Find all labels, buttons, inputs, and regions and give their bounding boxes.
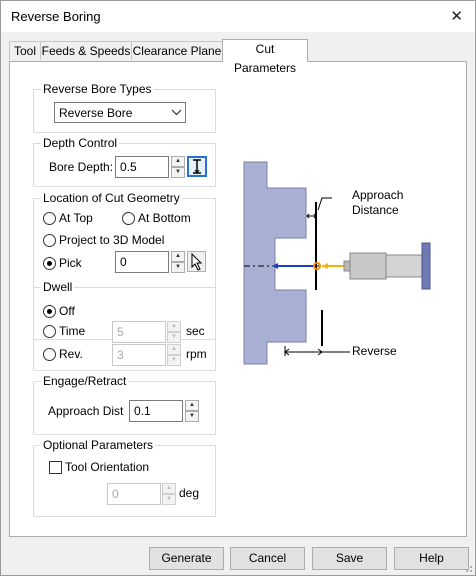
tool-holder — [421, 242, 431, 290]
dwell-time-unit: sec — [186, 324, 205, 338]
dwell-rev-label: Rev. — [59, 347, 83, 361]
cut-parameters-panel: Reverse Bore Types Reverse Bore Depth Co… — [9, 61, 467, 537]
dwell-time-input[interactable]: 5 — [112, 321, 166, 343]
dwell-time-radio[interactable] — [43, 325, 56, 338]
dialog-window: Reverse Boring ✕ Tool Feeds & Speeds Cle… — [0, 0, 476, 576]
reverse-bore-types-group: Reverse Bore Types Reverse Bore — [33, 82, 216, 133]
resize-grip-icon[interactable] — [463, 563, 473, 573]
down-arrow-icon[interactable]: ▼ — [171, 262, 185, 273]
depth-pick-icon — [193, 159, 201, 174]
engage-retract-group: Engage/Retract Approach Dist 0.1 ▲ ▼ — [33, 374, 216, 435]
approach-dist-input[interactable]: 0.1 — [129, 400, 183, 422]
bore-depth-label: Bore Depth: — [49, 160, 114, 174]
optional-parameters-group: Optional Parameters Tool Orientation 0 ▲… — [33, 438, 216, 517]
orientation-angle-input[interactable]: 0 — [107, 483, 161, 505]
orientation-angle-unit: deg — [179, 486, 200, 500]
pick-stepper[interactable]: ▲ ▼ — [171, 251, 185, 273]
window-title: Reverse Boring — [11, 9, 101, 24]
save-button[interactable]: Save — [312, 547, 387, 570]
group-title: Depth Control — [41, 136, 120, 150]
pick-radio[interactable] — [43, 257, 56, 270]
approach-label-line2: Distance — [352, 203, 399, 217]
at-bottom-label: At Bottom — [138, 211, 191, 225]
bore-depth-stepper[interactable]: ▲ ▼ — [171, 156, 185, 178]
generate-button[interactable]: Generate — [149, 547, 224, 570]
down-arrow-icon[interactable]: ▼ — [185, 411, 199, 422]
group-title: Engage/Retract — [41, 374, 129, 388]
close-icon[interactable]: ✕ — [450, 7, 463, 25]
bore-type-select[interactable]: Reverse Bore — [54, 102, 186, 123]
approach-dist-stepper[interactable]: ▲ ▼ — [185, 400, 199, 422]
up-arrow-icon[interactable]: ▲ — [167, 344, 181, 355]
cursor-arrow-icon — [191, 252, 203, 271]
bore-depth-input[interactable]: 0.5 — [115, 156, 169, 178]
orientation-angle-stepper[interactable]: ▲ ▼ — [162, 483, 176, 505]
bore-type-selected: Reverse Bore — [59, 106, 133, 120]
cancel-button[interactable]: Cancel — [230, 547, 305, 570]
project-3d-radio[interactable] — [43, 234, 56, 247]
down-arrow-icon[interactable]: ▼ — [167, 355, 181, 366]
dwell-rev-stepper[interactable]: ▲ ▼ — [167, 344, 181, 366]
tool-orientation-checkbox[interactable] — [49, 461, 62, 474]
reverse-label: Reverse — [352, 344, 397, 358]
group-title: Location of Cut Geometry — [41, 191, 182, 205]
tool-body — [349, 252, 387, 280]
pick-input[interactable]: 0 — [115, 251, 169, 273]
depth-control-group: Depth Control Bore Depth: 0.5 ▲ ▼ — [33, 136, 216, 187]
up-arrow-icon[interactable]: ▲ — [171, 156, 185, 167]
part-body — [243, 161, 307, 365]
pick-depth-button[interactable] — [187, 156, 207, 177]
reverse-bore-diagram: Approach Distance Reverse — [240, 158, 440, 458]
down-arrow-icon[interactable]: ▼ — [167, 332, 181, 343]
dwell-off-label: Off — [59, 304, 75, 318]
tab-feeds-speeds[interactable]: Feeds & Speeds — [40, 41, 132, 60]
up-arrow-icon[interactable]: ▲ — [162, 483, 176, 494]
up-arrow-icon[interactable]: ▲ — [167, 321, 181, 332]
chevron-down-icon — [171, 109, 182, 116]
title-bar: Reverse Boring ✕ — [1, 1, 475, 32]
group-title: Dwell — [41, 280, 75, 294]
tool-shank — [385, 254, 423, 278]
down-arrow-icon[interactable]: ▼ — [171, 167, 185, 178]
help-button[interactable]: Help — [394, 547, 469, 570]
dwell-rev-radio[interactable] — [43, 348, 56, 361]
at-top-label: At Top — [59, 211, 93, 225]
at-top-radio[interactable] — [43, 212, 56, 225]
tab-tool[interactable]: Tool — [9, 41, 41, 60]
dwell-rev-unit: rpm — [186, 347, 207, 361]
up-arrow-icon[interactable]: ▲ — [171, 251, 185, 262]
tool-orientation-label: Tool Orientation — [65, 460, 150, 474]
up-arrow-icon[interactable]: ▲ — [185, 400, 199, 411]
group-title: Reverse Bore Types — [41, 82, 154, 96]
approach-dist-label: Approach Dist — [48, 404, 124, 418]
dwell-off-radio[interactable] — [43, 305, 56, 318]
dwell-rev-input[interactable]: 3 — [112, 344, 166, 366]
dwell-group: Dwell Off Time 5 ▲ ▼ sec Rev. 3 ▲ ▼ rpm — [33, 280, 216, 371]
reverse-bore-illustration — [243, 161, 431, 365]
dwell-time-label: Time — [59, 324, 86, 338]
pick-location-button[interactable] — [187, 251, 206, 272]
dwell-time-stepper[interactable]: ▲ ▼ — [167, 321, 181, 343]
group-title: Optional Parameters — [41, 438, 156, 452]
tab-clearance-plane[interactable]: Clearance Plane — [131, 41, 223, 60]
down-arrow-icon[interactable]: ▼ — [162, 494, 176, 505]
tab-cut-parameters[interactable]: Cut Parameters — [222, 39, 308, 75]
at-bottom-radio[interactable] — [122, 212, 135, 225]
approach-label-line1: Approach — [352, 188, 404, 202]
project-3d-label: Project to 3D Model — [59, 233, 165, 247]
pick-label: Pick — [59, 256, 82, 270]
